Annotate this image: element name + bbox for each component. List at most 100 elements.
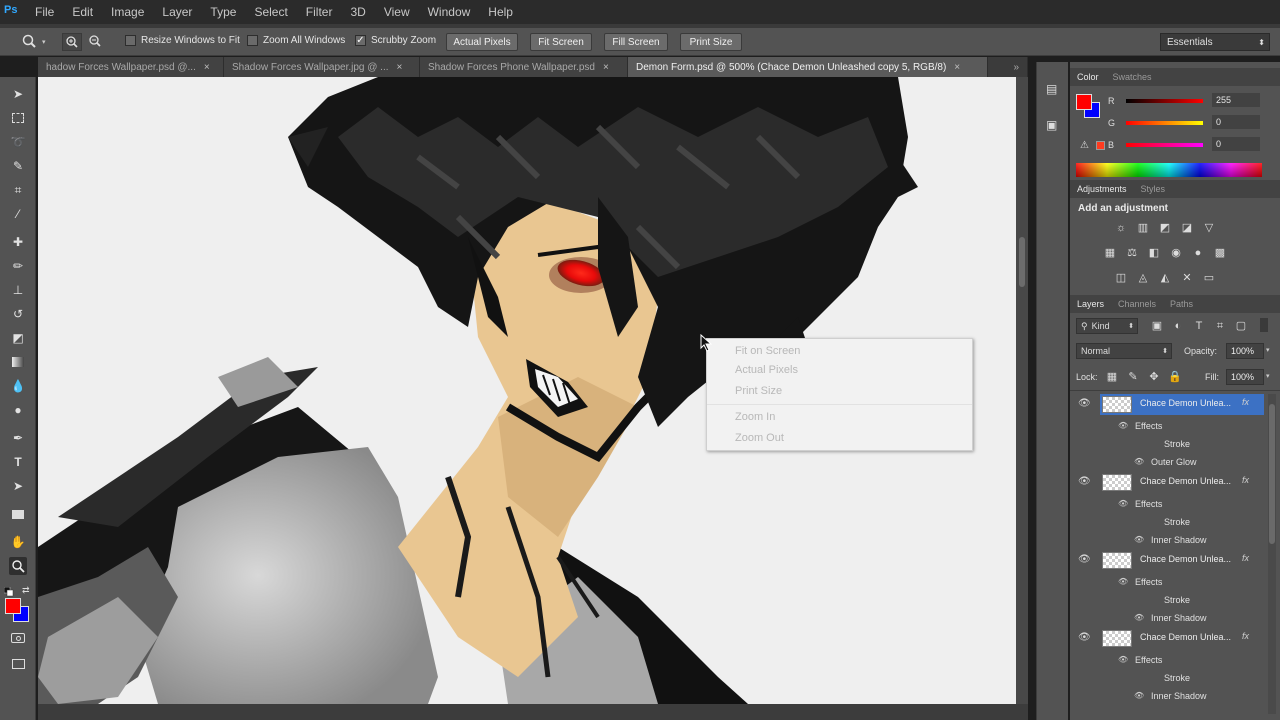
menu-file[interactable]: File [26, 5, 63, 19]
effect-eye-icon[interactable]: 👁 [1134, 457, 1144, 466]
swap-colors-icon[interactable]: ⇄ [22, 585, 30, 596]
lock-position-icon[interactable]: ✥ [1147, 371, 1161, 383]
workspace-select[interactable]: Essentials ⬍ [1160, 33, 1270, 51]
menu-item-zoom-out[interactable]: Zoom Out [735, 432, 784, 444]
color-lookup-icon[interactable]: ▩ [1213, 247, 1227, 259]
canvas-vertical-scrollbar[interactable] [1016, 77, 1028, 704]
layer-thumbnail[interactable] [1102, 552, 1132, 569]
tab-styles[interactable]: Styles [1134, 184, 1173, 194]
menu-select[interactable]: Select [245, 5, 296, 19]
filter-adjustment-icon[interactable]: ◐ [1171, 320, 1185, 332]
invert-icon[interactable]: ◫ [1114, 272, 1128, 284]
opacity-field[interactable]: 100% [1226, 343, 1264, 359]
scrubby-zoom-checkbox[interactable]: ✓ Scrubby Zoom [355, 35, 436, 46]
fit-screen-button[interactable]: Fit Screen [530, 33, 592, 51]
zoom-tool-icon[interactable] [20, 33, 38, 51]
foreground-color-swatch[interactable] [5, 598, 21, 614]
layer-thumbnail[interactable] [1102, 396, 1132, 413]
lock-transparent-icon[interactable]: ▦ [1105, 371, 1119, 383]
black-white-icon[interactable]: ◧ [1147, 247, 1161, 259]
fx-icon[interactable]: fx [1242, 631, 1249, 641]
effect-inner-shadow[interactable]: Inner Shadow [1151, 613, 1207, 623]
clone-stamp-tool-icon[interactable]: ⊥ [9, 281, 27, 299]
close-icon[interactable]: × [397, 62, 403, 73]
menu-edit[interactable]: Edit [63, 5, 102, 19]
scrollbar-thumb[interactable] [1019, 237, 1025, 287]
visibility-eye-icon[interactable]: 👁 [1078, 554, 1091, 565]
posterize-icon[interactable]: ◬ [1136, 272, 1150, 284]
fill-screen-button[interactable]: Fill Screen [604, 33, 668, 51]
effects-eye-icon[interactable]: 👁 [1118, 655, 1128, 664]
eraser-tool-icon[interactable]: ◩ [9, 329, 27, 347]
menu-item-print-size[interactable]: Print Size [735, 385, 782, 397]
menu-item-actual-pixels[interactable]: Actual Pixels [735, 364, 798, 376]
hand-tool-icon[interactable]: ✋ [9, 533, 27, 551]
gamut-color-chip[interactable] [1096, 141, 1105, 150]
zoom-all-windows-checkbox[interactable]: Zoom All Windows [247, 35, 345, 46]
exposure-icon[interactable]: ◪ [1180, 222, 1194, 234]
layer-name[interactable]: Chace Demon Unlea... [1140, 476, 1231, 486]
effect-eye-icon[interactable]: 👁 [1134, 535, 1144, 544]
fill-chevron-icon[interactable]: ▾ [1266, 372, 1270, 380]
channel-b-slider[interactable] [1126, 143, 1203, 147]
selective-color-icon[interactable]: ✕ [1180, 272, 1194, 284]
channel-r-slider[interactable] [1126, 99, 1203, 103]
type-tool-icon[interactable]: T [9, 453, 27, 471]
layers-scrollbar[interactable] [1268, 394, 1276, 714]
menu-filter[interactable]: Filter [297, 5, 342, 19]
quick-mask-icon[interactable] [9, 629, 27, 647]
filter-pixel-icon[interactable]: ▣ [1150, 320, 1164, 332]
dodge-tool-icon[interactable]: ● [9, 401, 27, 419]
tab-adjustments[interactable]: Adjustments [1070, 184, 1134, 194]
threshold-icon[interactable]: ◭ [1158, 272, 1172, 284]
path-selection-tool-icon[interactable]: ➤ [9, 477, 27, 495]
levels-icon[interactable]: ▥ [1136, 222, 1150, 234]
layer-name[interactable]: Chace Demon Unlea... [1140, 398, 1231, 408]
move-tool-icon[interactable]: ➤ [9, 85, 27, 103]
brightness-icon[interactable]: ☼ [1114, 222, 1128, 234]
tab-demon-form[interactable]: Demon Form.psd @ 500% (Chace Demon Unlea… [628, 57, 988, 77]
blend-mode-select[interactable]: Normal ⬍ [1076, 343, 1172, 359]
photo-filter-icon[interactable]: ◉ [1169, 247, 1183, 259]
menu-item-fit-on-screen[interactable]: Fit on Screen [735, 345, 800, 357]
menu-view[interactable]: View [375, 5, 419, 19]
layer-row[interactable]: 👁 Chace Demon Unlea... fx 👁 Effects Stro… [1070, 394, 1266, 472]
resize-windows-checkbox[interactable]: Resize Windows to Fit [125, 35, 240, 46]
gradient-map-icon[interactable]: ▭ [1202, 272, 1216, 284]
visibility-eye-icon[interactable]: 👁 [1078, 632, 1091, 643]
layer-thumbnail[interactable] [1102, 474, 1132, 491]
filter-type-icon[interactable]: T [1192, 320, 1206, 332]
effect-inner-shadow[interactable]: Inner Shadow [1151, 691, 1207, 701]
visibility-eye-icon[interactable]: 👁 [1078, 398, 1091, 409]
gradient-tool-icon[interactable] [9, 353, 27, 371]
menu-type[interactable]: Type [201, 5, 245, 19]
layer-name[interactable]: Chace Demon Unlea... [1140, 554, 1231, 564]
checkbox-box[interactable] [247, 35, 258, 46]
fx-icon[interactable]: fx [1242, 553, 1249, 563]
effects-eye-icon[interactable]: 👁 [1118, 499, 1128, 508]
effect-stroke[interactable]: Stroke [1164, 673, 1190, 683]
actual-pixels-button[interactable]: Actual Pixels [446, 33, 518, 51]
layer-filter-kind-select[interactable]: ⚲ Kind ⬍ [1076, 318, 1138, 334]
layer-row[interactable]: 👁 Chace Demon Unlea... fx 👁 Effects Stro… [1070, 472, 1266, 550]
quick-select-tool-icon[interactable]: ✎ [9, 157, 27, 175]
blur-tool-icon[interactable]: 💧 [9, 377, 27, 395]
pen-tool-icon[interactable]: ✒ [9, 429, 27, 447]
screen-mode-icon[interactable] [9, 655, 27, 673]
layer-row[interactable]: 👁 Chace Demon Unlea... fx 👁 Effects Stro… [1070, 628, 1266, 706]
effects-eye-icon[interactable]: 👁 [1118, 577, 1128, 586]
tabs-overflow-button[interactable]: » [988, 57, 1028, 77]
tab-shadow-forces-wallpaper-psd[interactable]: hadow Forces Wallpaper.psd @... × [38, 57, 224, 77]
channel-r-value[interactable]: 255 [1212, 93, 1260, 107]
lock-all-icon[interactable]: 🔒 [1168, 371, 1182, 383]
close-icon[interactable]: × [204, 62, 210, 73]
channel-g-value[interactable]: 0 [1212, 115, 1260, 129]
default-colors-icon[interactable] [3, 586, 14, 597]
color-balance-icon[interactable]: ⚖ [1125, 247, 1139, 259]
check-icon[interactable]: ✓ [355, 35, 366, 46]
properties-panel-icon[interactable]: ▣ [1046, 118, 1060, 132]
filter-smart-object-icon[interactable]: ▢ [1234, 320, 1248, 332]
effect-eye-icon[interactable]: 👁 [1134, 691, 1144, 700]
hue-saturation-icon[interactable]: ▦ [1103, 247, 1117, 259]
opacity-chevron-icon[interactable]: ▾ [1266, 346, 1270, 354]
